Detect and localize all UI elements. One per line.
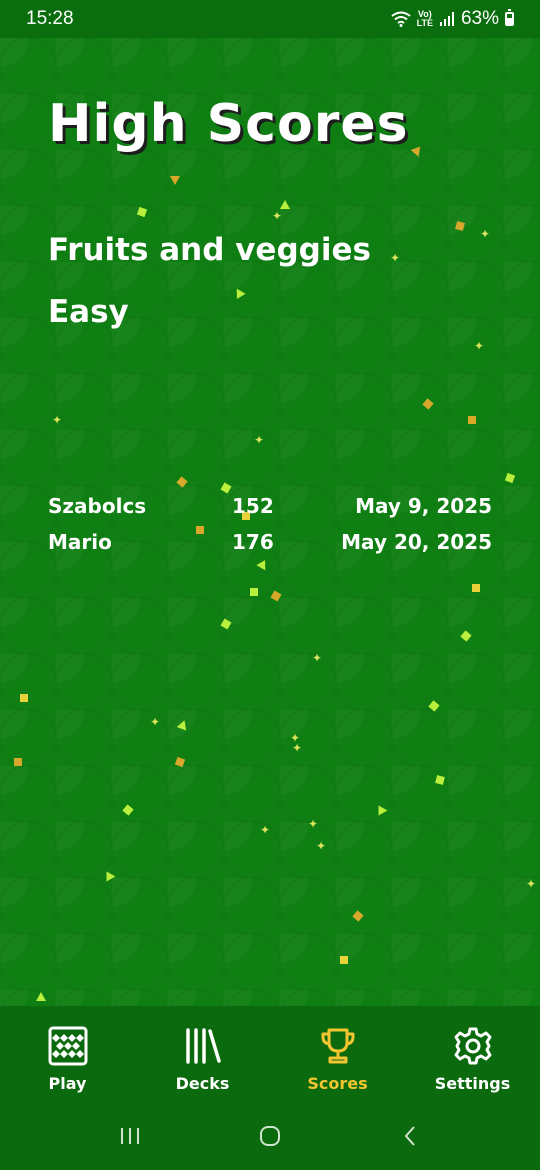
confetti-piece xyxy=(136,206,148,218)
wifi-icon xyxy=(391,11,411,27)
confetti-piece xyxy=(220,618,232,630)
confetti-piece xyxy=(122,804,134,816)
back-icon xyxy=(404,1126,415,1146)
score-date: May 20, 2025 xyxy=(341,530,492,554)
confetti-piece xyxy=(220,482,232,494)
sparkle-icon: ✦ xyxy=(312,651,323,665)
sparkle-icon: ✦ xyxy=(474,339,485,353)
sparkle-icon: ✦ xyxy=(480,227,491,241)
battery-icon xyxy=(505,9,514,26)
confetti-piece xyxy=(352,910,364,922)
nav-label-decks: Decks xyxy=(175,1074,230,1093)
player-name: Szabolcs xyxy=(48,494,147,518)
table-row: Mario 176 May 20, 2025 xyxy=(48,530,494,566)
score-table: Szabolcs 152 May 9, 2025 Mario 176 May 2… xyxy=(48,494,494,566)
sparkle-icon: ✦ xyxy=(254,433,265,447)
confetti-piece xyxy=(250,588,258,596)
sparkle-icon: ✦ xyxy=(150,715,161,729)
back-button[interactable] xyxy=(390,1116,430,1156)
score-date: May 9, 2025 xyxy=(355,494,492,518)
confetti-piece xyxy=(270,590,282,602)
confetti-piece xyxy=(472,584,480,592)
bottom-nav: Play Decks Scores Settings xyxy=(0,1006,540,1102)
confetti-piece xyxy=(280,200,290,209)
confetti-piece xyxy=(170,176,180,185)
system-nav-bar xyxy=(0,1102,540,1170)
confetti-piece xyxy=(340,956,348,964)
deck-name: Fruits and veggies xyxy=(48,232,371,268)
nav-label-scores: Scores xyxy=(307,1074,368,1093)
grid-board-icon xyxy=(48,1026,87,1066)
home-button[interactable] xyxy=(250,1116,290,1156)
sparkle-icon: ✦ xyxy=(292,741,303,755)
confetti-piece xyxy=(428,700,440,712)
status-icons: Vo) LTE 63% xyxy=(391,8,514,30)
confetti-piece xyxy=(378,805,388,816)
sparkle-icon: ✦ xyxy=(390,251,401,265)
sparkle-icon: ✦ xyxy=(308,817,319,831)
sparkle-icon: ✦ xyxy=(272,209,283,223)
main-content: ✦ ✦ ✦ ✦ ✦ ✦ ✦ ✦ ✦ ✦ ✦ ✦ ✦ ✦ High Scores … xyxy=(0,38,540,1006)
confetti-piece xyxy=(410,146,424,159)
nav-item-settings[interactable]: Settings xyxy=(418,1026,528,1093)
trophy-icon xyxy=(321,1028,354,1064)
confetti-piece xyxy=(435,775,445,785)
nav-item-play[interactable]: Play xyxy=(13,1026,123,1093)
sparkle-icon: ✦ xyxy=(316,839,327,853)
difficulty-label: Easy xyxy=(48,294,129,330)
sparkle-icon: ✦ xyxy=(52,413,63,427)
player-score: 152 xyxy=(232,494,274,518)
confetti-piece xyxy=(468,416,476,424)
status-time: 15:28 xyxy=(26,8,74,29)
confetti-piece xyxy=(504,472,516,484)
confetti-piece xyxy=(232,286,246,299)
confetti-piece xyxy=(176,718,190,731)
status-bar: 15:28 Vo) LTE 63% xyxy=(0,0,540,38)
player-name: Mario xyxy=(48,530,112,554)
confetti-piece xyxy=(36,992,46,1001)
sparkle-icon: ✦ xyxy=(260,823,271,837)
confetti-piece xyxy=(20,694,28,702)
page-title: High Scores xyxy=(48,94,409,154)
confetti-piece xyxy=(460,630,472,642)
battery-percent: 63% xyxy=(460,8,499,29)
gear-icon xyxy=(454,1027,491,1065)
confetti-piece xyxy=(174,756,186,768)
nav-item-scores[interactable]: Scores xyxy=(283,1026,393,1093)
confetti-piece xyxy=(176,476,188,488)
player-score: 176 xyxy=(232,530,274,554)
library-books-icon xyxy=(185,1028,221,1064)
confetti-piece xyxy=(422,398,434,410)
confetti-piece xyxy=(455,221,465,231)
confetti-piece xyxy=(106,871,116,882)
lte-indicator: Vo) LTE xyxy=(416,9,433,28)
recent-apps-button[interactable] xyxy=(110,1116,150,1156)
nav-label-play: Play xyxy=(48,1074,87,1093)
nav-item-decks[interactable]: Decks xyxy=(148,1026,258,1093)
signal-icon xyxy=(439,12,454,26)
home-icon xyxy=(260,1126,280,1146)
sparkle-icon: ✦ xyxy=(526,877,537,891)
confetti-piece xyxy=(14,758,22,766)
recent-apps-icon xyxy=(121,1128,139,1144)
table-row: Szabolcs 152 May 9, 2025 xyxy=(48,494,494,530)
nav-label-settings: Settings xyxy=(434,1074,511,1093)
